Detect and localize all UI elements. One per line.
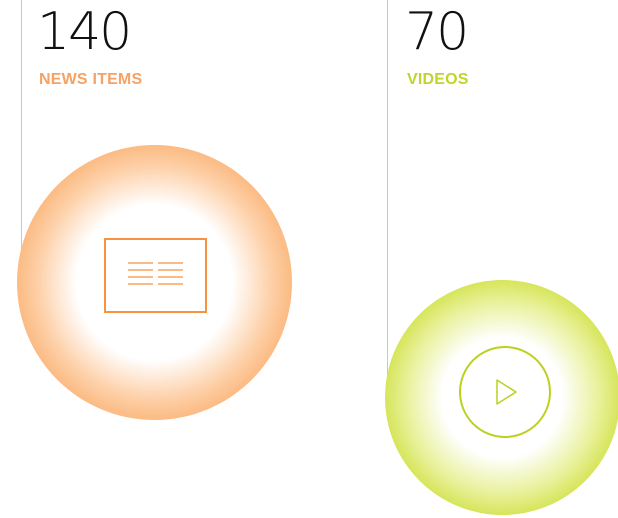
videos-count: 70 xyxy=(405,2,469,62)
column-divider-right xyxy=(387,0,388,380)
news-items-count: 140 xyxy=(37,2,132,62)
column-divider-left xyxy=(21,0,22,252)
play-circle-icon xyxy=(458,345,552,444)
newspaper-icon xyxy=(104,238,207,318)
videos-label: VIDEOS xyxy=(407,71,469,88)
news-items-label: NEWS ITEMS xyxy=(39,71,143,88)
